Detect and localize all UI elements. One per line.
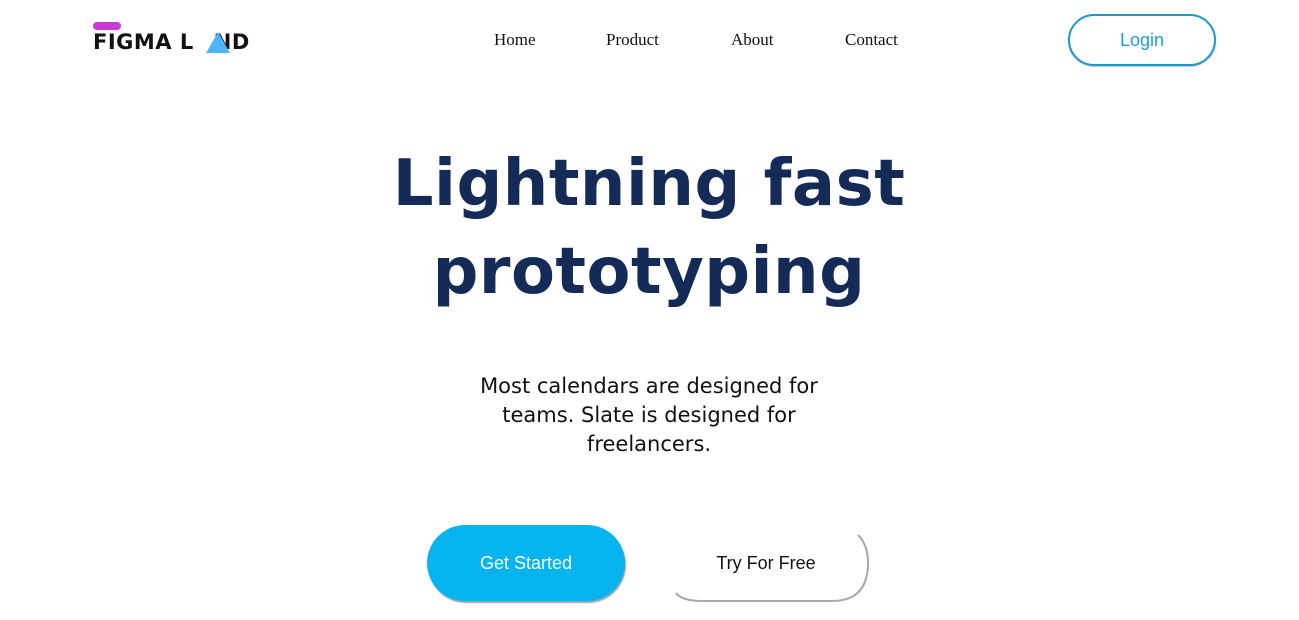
try-for-free-button[interactable]: Try For Free	[662, 525, 870, 602]
try-for-free-label: Try For Free	[716, 552, 816, 573]
get-started-button[interactable]: Get Started	[427, 525, 625, 601]
hero-subtitle: Most calendars are designed for teams. S…	[480, 374, 818, 456]
nav-link-product[interactable]: Product	[606, 29, 659, 51]
logo-accent-pill	[93, 22, 121, 30]
hero-title-line1: Lightning fast	[392, 147, 906, 221]
logo-text-left: FIGMA L	[93, 30, 194, 54]
login-button[interactable]: Login	[1068, 14, 1216, 66]
hero-title-line2: prototyping	[432, 235, 866, 309]
nav-link-contact[interactable]: Contact	[845, 29, 898, 51]
nav-link-about[interactable]: About	[731, 29, 774, 51]
nav-link-home[interactable]: Home	[494, 29, 536, 51]
hero-title: Lightning fast prototyping	[349, 140, 949, 316]
logo-triangle-icon	[206, 32, 230, 53]
brand-logo[interactable]: FIGMA L ND	[93, 20, 268, 56]
